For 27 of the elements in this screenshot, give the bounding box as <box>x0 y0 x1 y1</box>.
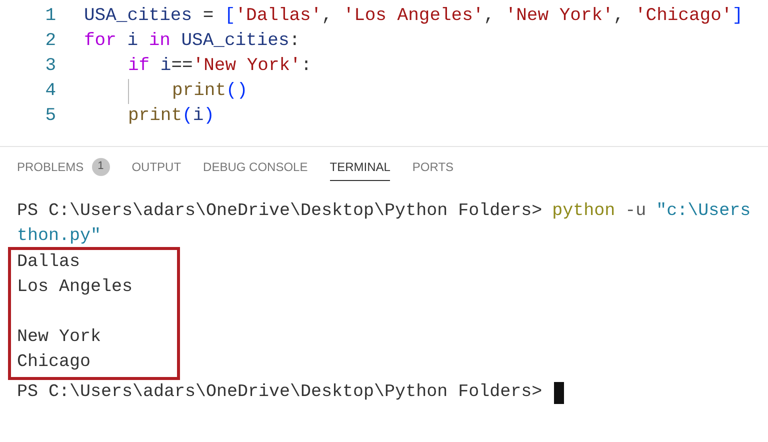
output-line: Chicago <box>17 352 91 372</box>
panel-tab[interactable]: PROBLEMS 1 <box>17 153 110 181</box>
code-line: for i in USA_cities: <box>84 30 300 53</box>
text-cursor <box>554 382 564 404</box>
count-badge: 1 <box>92 158 110 176</box>
argument-text: "c:\Users <box>656 200 751 223</box>
line-number: 4 <box>44 80 57 103</box>
output-line: New York <box>17 327 102 347</box>
output-line: Los Angeles <box>17 277 133 297</box>
panel-tab[interactable]: DEBUG CONSOLE <box>203 153 308 181</box>
output-line: Dallas <box>17 252 80 272</box>
flag-text: -u <box>625 200 646 223</box>
line-number: 3 <box>44 55 57 78</box>
line-number: 1 <box>44 5 57 28</box>
prompt-text: PS C:\Users\adars\OneDrive\Desktop\Python Folders> <box>17 381 542 404</box>
code-line: print(i) <box>128 105 214 128</box>
line-number: 2 <box>44 30 57 53</box>
command-text: python <box>552 200 616 223</box>
code-line: print() <box>172 80 248 103</box>
argument-text: thon.py" <box>17 226 102 246</box>
code-line: USA_cities = ['Dallas', 'Los Angeles', 'New York', 'Chicago'] <box>84 5 743 28</box>
panel-tab[interactable]: PORTS <box>412 153 454 181</box>
panel-tab[interactable]: TERMINAL <box>330 153 390 181</box>
line-number: 5 <box>44 105 57 128</box>
code-line: if i=='New York': <box>128 55 312 78</box>
panel-tab[interactable]: OUTPUT <box>132 153 182 181</box>
prompt-text: PS C:\Users\adars\OneDrive\Desktop\Python Folders> <box>17 200 542 223</box>
